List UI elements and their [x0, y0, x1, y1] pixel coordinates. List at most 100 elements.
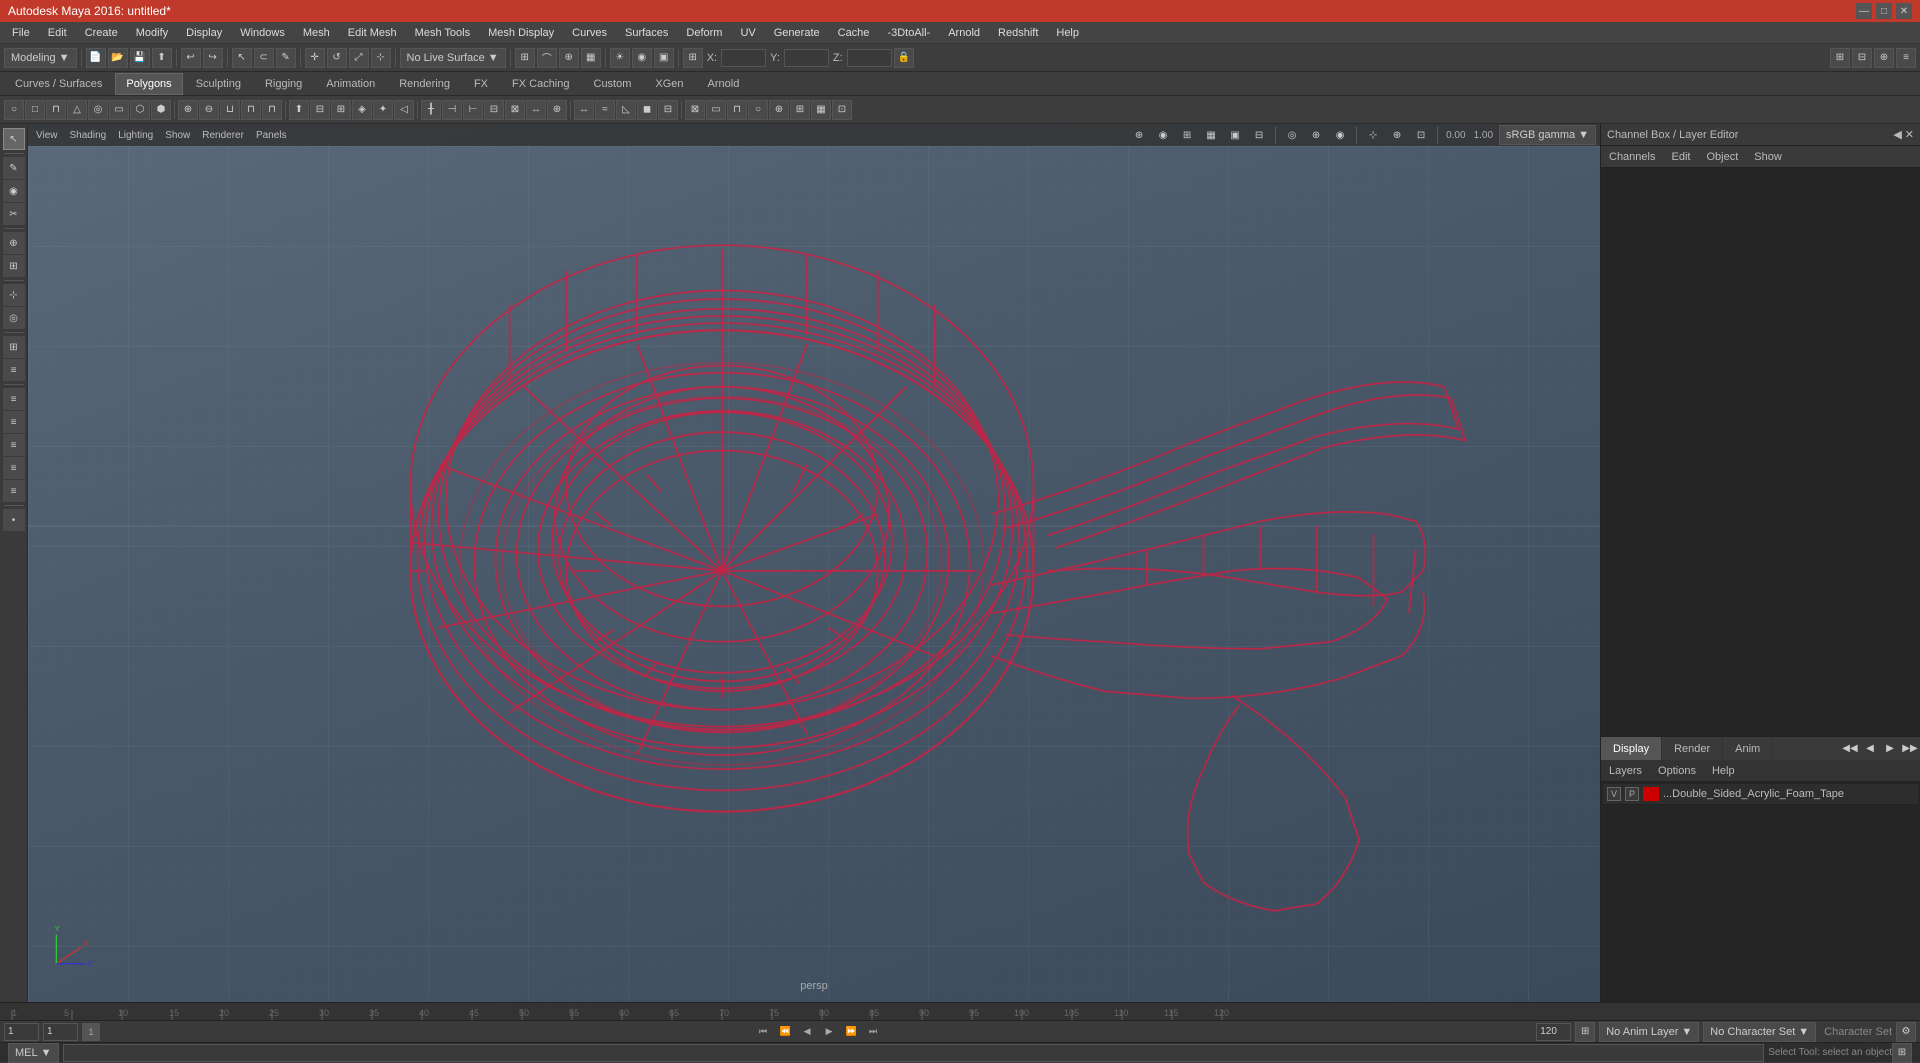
panel-fwd-button[interactable]: ▶ — [1880, 739, 1900, 759]
menu-modify[interactable]: Modify — [128, 25, 176, 41]
menu-help[interactable]: Help — [1048, 25, 1087, 41]
play-backward-button[interactable]: ◀ — [798, 1023, 816, 1041]
menu-curves[interactable]: Curves — [564, 25, 615, 41]
ls-tab-options[interactable]: Options — [1654, 763, 1700, 779]
boolean-diff-button[interactable]: ⊓ — [241, 100, 261, 120]
move-tool-button[interactable]: ✛ — [305, 48, 325, 68]
quadrangulate-button[interactable]: ◼ — [637, 100, 657, 120]
vp-icon4[interactable]: ▦ — [1201, 125, 1221, 145]
rb-tab-render[interactable]: Render — [1662, 737, 1723, 761]
poly-prism-button[interactable]: ⬢ — [151, 100, 171, 120]
poke-button[interactable]: ✦ — [373, 100, 393, 120]
auto-uv-button[interactable]: ⊕ — [769, 100, 789, 120]
select-tool-button[interactable]: ↖ — [232, 48, 252, 68]
anim-settings-button[interactable]: ⚙ — [1896, 1022, 1916, 1042]
rb-tab-display[interactable]: Display — [1601, 737, 1662, 761]
vp-icon5[interactable]: ▣ — [1225, 125, 1245, 145]
tab-arnold[interactable]: Arnold — [697, 73, 751, 95]
frame-end-input[interactable] — [1536, 1023, 1571, 1041]
menu-mesh-tools[interactable]: Mesh Tools — [407, 25, 478, 41]
display-mode1-button[interactable]: ⊞ — [3, 336, 25, 358]
char-set-dropdown[interactable]: No Character Set ▼ — [1703, 1022, 1816, 1042]
connect-button[interactable]: ╂ — [421, 100, 441, 120]
frame-current-input[interactable] — [43, 1023, 78, 1041]
cb-close-button[interactable]: ✕ — [1905, 128, 1914, 141]
detach-button[interactable]: ⊣ — [442, 100, 462, 120]
misc-tool-button[interactable]: • — [3, 509, 25, 531]
tab-animation[interactable]: Animation — [315, 73, 386, 95]
poly-sphere-button[interactable]: ○ — [4, 100, 24, 120]
poly-cone-button[interactable]: △ — [67, 100, 87, 120]
workspace-dropdown[interactable]: Modeling ▼ — [4, 48, 77, 68]
snap-point-button[interactable]: ⊕ — [559, 48, 579, 68]
spherical-map-button[interactable]: ○ — [748, 100, 768, 120]
snap-to-points-button[interactable]: ⊹ — [3, 284, 25, 306]
slide-edge-button[interactable]: ↔ — [526, 100, 546, 120]
bridge-button[interactable]: ⊟ — [310, 100, 330, 120]
append-poly-button[interactable]: ◈ — [352, 100, 372, 120]
new-file-button[interactable]: 📄 — [86, 48, 106, 68]
vp-icon7[interactable]: ◎ — [1282, 125, 1302, 145]
poly-disk-button[interactable]: ⬡ — [130, 100, 150, 120]
smooth-button[interactable]: ≈ — [595, 100, 615, 120]
redo-button[interactable]: ↪ — [203, 48, 223, 68]
select-mode-button[interactable]: ↖ — [3, 128, 25, 150]
layer-tool3-button[interactable]: ≡ — [3, 434, 25, 456]
panel-next-button[interactable]: ▶▶ — [1900, 739, 1920, 759]
fill-hole-button[interactable]: ⊞ — [331, 100, 351, 120]
scale-tool-button[interactable]: ⤢ — [349, 48, 369, 68]
tab-rigging[interactable]: Rigging — [254, 73, 313, 95]
viewport[interactable]: View Shading Lighting Show Renderer Pane… — [28, 124, 1600, 1002]
play-forward-button[interactable]: ▶ — [820, 1023, 838, 1041]
layer-playback-toggle[interactable]: P — [1625, 787, 1639, 801]
cylindrical-map-button[interactable]: ⊓ — [727, 100, 747, 120]
triangulate-button[interactable]: ◺ — [616, 100, 636, 120]
menu-cache[interactable]: Cache — [830, 25, 878, 41]
layer-tool2-button[interactable]: ≡ — [3, 411, 25, 433]
panel-prev-button[interactable]: ◀◀ — [1840, 739, 1860, 759]
close-button[interactable]: ✕ — [1896, 3, 1912, 19]
layer-tool4-button[interactable]: ≡ — [3, 457, 25, 479]
snap-curve-button[interactable]: ⌒ — [537, 48, 557, 68]
menu-edit-mesh[interactable]: Edit Mesh — [340, 25, 405, 41]
color-mode-dropdown[interactable]: sRGB gamma ▼ — [1499, 125, 1596, 145]
no-live-surface-dropdown[interactable]: No Live Surface ▼ — [400, 48, 506, 68]
menu-file[interactable]: File — [4, 25, 38, 41]
skip-to-start-button[interactable]: ⏮ — [754, 1023, 772, 1041]
lasso-tool-button[interactable]: ⊂ — [254, 48, 274, 68]
poly-cylinder-button[interactable]: ⊓ — [46, 100, 66, 120]
shelf-icon1[interactable]: ⊞ — [1830, 48, 1850, 68]
mel-python-dropdown[interactable]: MEL ▼ — [8, 1043, 59, 1063]
render-button[interactable]: ☀ — [610, 48, 630, 68]
menu-create[interactable]: Create — [77, 25, 126, 41]
vp-icon12[interactable]: ⊡ — [1411, 125, 1431, 145]
paint-tool-button[interactable]: ✎ — [3, 157, 25, 179]
vp-icon9[interactable]: ◉ — [1330, 125, 1350, 145]
tab-custom[interactable]: Custom — [583, 73, 643, 95]
paint-select-button[interactable]: ✎ — [276, 48, 296, 68]
ls-tab-help[interactable]: Help — [1708, 763, 1739, 779]
cb-tab-channels[interactable]: Channels — [1605, 149, 1659, 165]
vp-icon2[interactable]: ◉ — [1153, 125, 1173, 145]
vp-menu-shading[interactable]: Shading — [66, 130, 111, 141]
vp-menu-view[interactable]: View — [32, 130, 62, 141]
layer-color-swatch[interactable] — [1643, 787, 1659, 801]
cb-tab-object[interactable]: Object — [1702, 149, 1742, 165]
combine-button[interactable]: ⊕ — [178, 100, 198, 120]
command-input[interactable] — [63, 1044, 1765, 1062]
reduce-button[interactable]: ⊟ — [658, 100, 678, 120]
separate-button[interactable]: ⊖ — [199, 100, 219, 120]
undo-button[interactable]: ↩ — [181, 48, 201, 68]
shelf-icon4[interactable]: ≡ — [1896, 48, 1916, 68]
ls-tab-layers[interactable]: Layers — [1605, 763, 1646, 779]
menu-edit[interactable]: Edit — [40, 25, 75, 41]
anim-layer-dropdown[interactable]: No Anim Layer ▼ — [1599, 1022, 1699, 1042]
frame-range-button[interactable]: ⊞ — [1575, 1022, 1595, 1042]
insert-edge-loop-button[interactable]: ⊟ — [484, 100, 504, 120]
component-mode-button[interactable]: ⊞ — [3, 255, 25, 277]
vp-icon3[interactable]: ⊞ — [1177, 125, 1197, 145]
sculpt-tool-button[interactable]: ◉ — [3, 180, 25, 202]
menu-arnold[interactable]: Arnold — [940, 25, 988, 41]
tab-sculpting[interactable]: Sculpting — [185, 73, 252, 95]
rb-tab-anim[interactable]: Anim — [1723, 737, 1773, 761]
